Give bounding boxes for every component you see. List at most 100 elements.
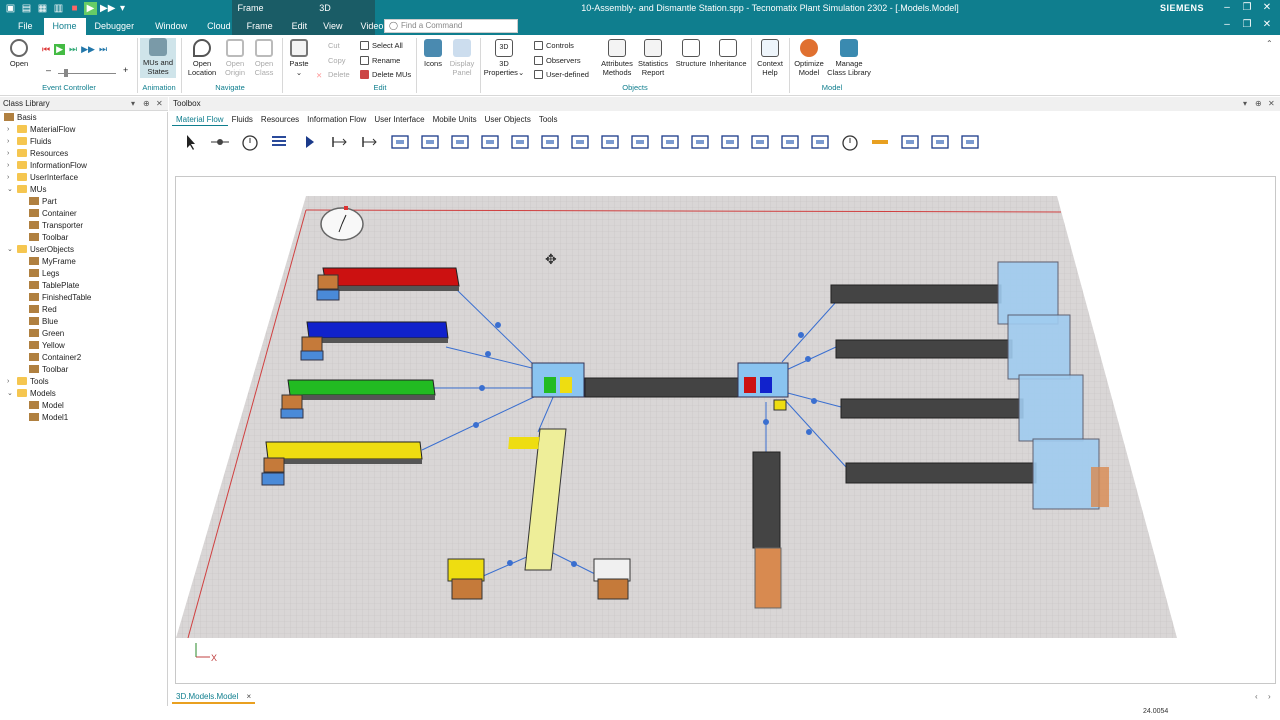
speed-slider[interactable]: – + bbox=[46, 65, 128, 78]
document-close-icon[interactable]: × bbox=[246, 692, 251, 701]
paste-button[interactable]: Paste ⌄ bbox=[286, 39, 312, 77]
cycle-icon[interactable] bbox=[535, 130, 565, 154]
tree-item-red[interactable]: Red bbox=[29, 304, 57, 316]
reset-icon[interactable]: ⏮ bbox=[42, 44, 50, 55]
statistics-report-button[interactable]: Statistics Report bbox=[636, 39, 670, 77]
mus-and-states-button[interactable]: MUs and States bbox=[140, 38, 176, 78]
tree-item-blue[interactable]: Blue bbox=[29, 316, 58, 328]
3d-viewport[interactable]: ✥ X bbox=[175, 176, 1276, 684]
tree-item-container2[interactable]: Container2 bbox=[29, 352, 81, 364]
tree-item-informationflow[interactable]: › InformationFlow bbox=[7, 160, 87, 172]
controls-button[interactable]: Controls bbox=[534, 40, 574, 51]
tree-item-mus[interactable]: ⌄ MUs bbox=[7, 184, 46, 196]
tree-item-toolbar[interactable]: Toolbar bbox=[29, 232, 68, 244]
rename-button[interactable]: Rename bbox=[360, 55, 400, 66]
hbw-icon[interactable] bbox=[865, 130, 895, 154]
end-icon[interactable]: ⏭ bbox=[99, 44, 107, 55]
tab-frame[interactable]: Frame bbox=[241, 18, 283, 35]
source-icon[interactable] bbox=[265, 130, 295, 154]
tab-cloud[interactable]: Cloud bbox=[199, 18, 241, 35]
toolbox-tab-mobile-units[interactable]: Mobile Units bbox=[429, 114, 481, 126]
toolbox-close-icon[interactable]: ✕ bbox=[1268, 97, 1275, 111]
qat-dropdown-icon[interactable]: ▾ bbox=[116, 2, 129, 15]
vertical-conveyor-right[interactable] bbox=[752, 451, 782, 609]
angular-converter-icon[interactable] bbox=[715, 130, 745, 154]
delete-button[interactable]: ✕ Delete bbox=[316, 69, 350, 80]
tree-item-legs[interactable]: Legs bbox=[29, 268, 59, 280]
play-icon[interactable]: ▶ bbox=[54, 44, 66, 55]
tree-item-models[interactable]: ⌄ Models bbox=[7, 388, 56, 400]
event-controller-icon[interactable] bbox=[235, 130, 265, 154]
single-proc-icon[interactable] bbox=[325, 130, 355, 154]
save-icon[interactable]: ▦ bbox=[36, 2, 49, 15]
clock-icon[interactable] bbox=[835, 130, 865, 154]
context-help-button[interactable]: Context Help bbox=[754, 39, 786, 77]
placebuffer-icon[interactable] bbox=[475, 130, 505, 154]
toolbox-pin-icon[interactable]: ⊕ bbox=[1255, 97, 1262, 111]
connector-icon[interactable] bbox=[205, 130, 235, 154]
tree-item-userobjects[interactable]: ⌄ UserObjects bbox=[7, 244, 74, 256]
minimize-icon[interactable]: – bbox=[1218, 1, 1236, 15]
step-icon[interactable]: ▶▶ bbox=[100, 2, 115, 15]
toolbox-tab-tools[interactable]: Tools bbox=[535, 114, 562, 126]
tree-item-yellow[interactable]: Yellow bbox=[29, 340, 65, 352]
sink-yellow-table[interactable] bbox=[447, 558, 485, 600]
delete-mus-button[interactable]: Delete MUs bbox=[360, 69, 411, 80]
track2-icon[interactable] bbox=[775, 130, 805, 154]
print-icon[interactable]: ▥ bbox=[52, 2, 65, 15]
step-forward-icon[interactable]: ⏭ bbox=[69, 44, 77, 55]
toolbox-tab-fluids[interactable]: Fluids bbox=[228, 114, 257, 126]
stop-icon[interactable]: ■ bbox=[68, 2, 81, 15]
cut-button[interactable]: Cut bbox=[316, 40, 340, 51]
open-origin-button[interactable]: Open Origin bbox=[220, 39, 250, 77]
document-tab[interactable]: 3D.Models.Model × bbox=[172, 690, 256, 704]
toolbox-tab-user-interface[interactable]: User Interface bbox=[370, 114, 428, 126]
tree-expand-icon[interactable]: › bbox=[7, 148, 9, 160]
tree-item-userinterface[interactable]: › UserInterface bbox=[7, 172, 78, 184]
tree-expand-icon[interactable]: › bbox=[7, 172, 9, 184]
gantry-icon[interactable] bbox=[895, 130, 925, 154]
structure-button[interactable]: Structure bbox=[674, 39, 708, 68]
tree-expand-icon[interactable]: ⌄ bbox=[7, 244, 13, 256]
tree-expand-icon[interactable]: › bbox=[7, 136, 9, 148]
close-icon[interactable]: ✕ bbox=[1258, 1, 1276, 15]
class-library-pin-icon[interactable]: ⊕ bbox=[143, 97, 150, 111]
3d-properties-button[interactable]: 3D 3D Properties⌄ bbox=[483, 39, 525, 77]
class-library-close-icon[interactable]: ✕ bbox=[156, 97, 163, 111]
tab-debugger[interactable]: Debugger bbox=[86, 18, 144, 35]
pointer-icon[interactable] bbox=[175, 130, 205, 154]
new-icon[interactable]: ▤ bbox=[20, 2, 33, 15]
scroll-right-icon[interactable]: › bbox=[1268, 692, 1271, 701]
tree-item-transporter[interactable]: Transporter bbox=[29, 220, 83, 232]
icons-button[interactable]: Icons bbox=[420, 39, 446, 68]
observers-button[interactable]: Observers bbox=[534, 55, 581, 66]
structure-icon[interactable] bbox=[925, 130, 955, 154]
open-location-button[interactable]: Open Location bbox=[186, 39, 218, 77]
parallel-proc-icon[interactable] bbox=[355, 130, 385, 154]
assembly-icon[interactable] bbox=[385, 130, 415, 154]
tree-item-myframe[interactable]: MyFrame bbox=[29, 256, 76, 268]
tab-view[interactable]: View bbox=[316, 18, 351, 35]
find-command-input[interactable]: ◯ Find a Command bbox=[384, 19, 518, 33]
speed-slider-thumb[interactable] bbox=[64, 69, 68, 77]
tree-item-green[interactable]: Green bbox=[29, 328, 64, 340]
doc-restore-icon[interactable]: ❐ bbox=[1238, 18, 1256, 32]
manage-class-library-button[interactable]: Manage Class Library bbox=[826, 39, 872, 77]
tree-item-model[interactable]: Model bbox=[29, 400, 64, 412]
attributes-methods-button[interactable]: Attributes Methods bbox=[598, 39, 636, 77]
line-icon[interactable] bbox=[625, 130, 655, 154]
toolbox-tab-user-objects[interactable]: User Objects bbox=[481, 114, 535, 126]
class-library-menu-icon[interactable]: ▾ bbox=[131, 97, 135, 111]
scroll-left-icon[interactable]: ‹ bbox=[1255, 692, 1258, 701]
tab-home[interactable]: Home bbox=[43, 18, 86, 35]
transfer-icon[interactable] bbox=[805, 130, 835, 154]
sorter-icon[interactable] bbox=[505, 130, 535, 154]
doc-close-icon[interactable]: ✕ bbox=[1258, 18, 1276, 32]
tree-item-fluids[interactable]: › Fluids bbox=[7, 136, 51, 148]
conveyor-middle[interactable] bbox=[584, 377, 739, 398]
store-icon[interactable] bbox=[565, 130, 595, 154]
tree-expand-icon[interactable]: ⌄ bbox=[7, 184, 13, 196]
restore-icon[interactable]: ❐ bbox=[1238, 1, 1256, 15]
flowcontrol-icon[interactable] bbox=[745, 130, 775, 154]
tree-item-container[interactable]: Container bbox=[29, 208, 77, 220]
